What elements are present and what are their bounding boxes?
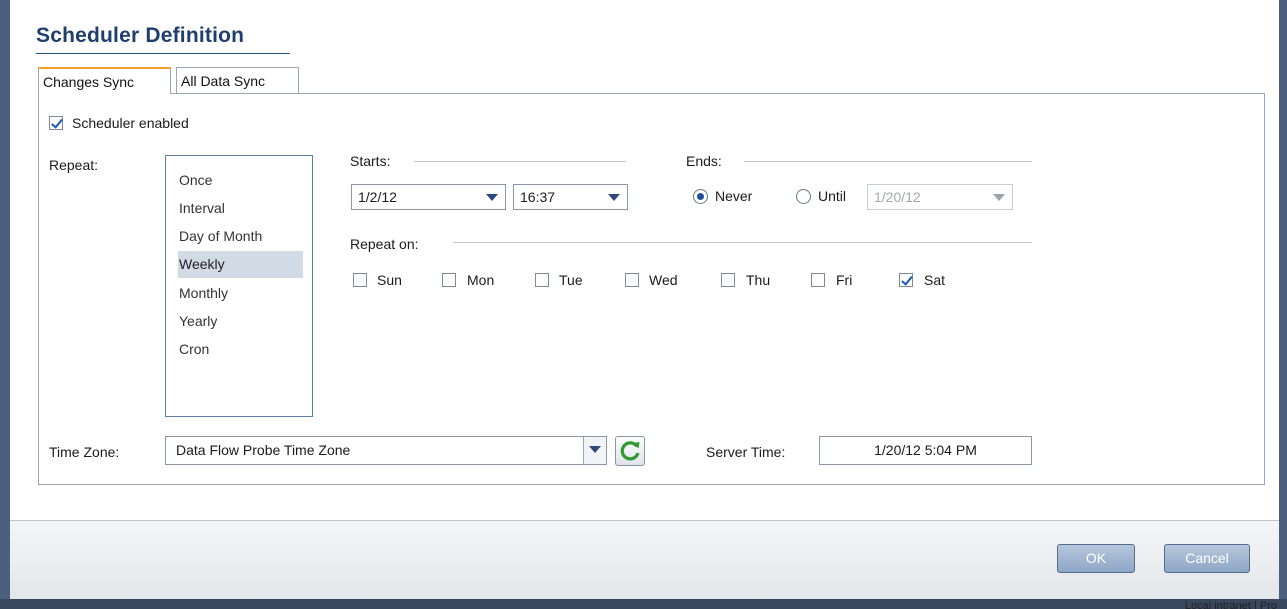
time-zone-value: Data Flow Probe Time Zone xyxy=(176,442,351,458)
taskbar-status-text: Local intranet | Pro xyxy=(1184,600,1277,609)
day-fri-label: Fri xyxy=(836,272,853,288)
repeat-option-day-of-month[interactable]: Day of Month xyxy=(178,223,303,250)
scheduler-enabled-checkbox[interactable] xyxy=(49,116,63,130)
refresh-icon xyxy=(620,441,640,461)
chevron-down-icon[interactable] xyxy=(986,185,1012,209)
day-thu-label: Thu xyxy=(746,272,771,288)
ends-never-label: Never xyxy=(715,188,753,204)
until-date-value: 1/20/12 xyxy=(874,189,921,205)
chevron-down-icon[interactable] xyxy=(583,437,606,464)
repeat-on-label: Repeat on: xyxy=(350,236,419,252)
time-zone-label: Time Zone: xyxy=(49,444,120,460)
repeat-listbox[interactable]: Once Interval Day of Month Weekly Monthl… xyxy=(165,155,313,417)
window-frame-right xyxy=(1279,0,1287,609)
ends-until-radio[interactable] xyxy=(796,189,811,204)
repeat-option-yearly[interactable]: Yearly xyxy=(178,308,303,335)
server-time-field: 1/20/12 5:04 PM xyxy=(819,436,1032,465)
window-frame-bottom xyxy=(0,599,1287,609)
day-wed-checkbox[interactable] xyxy=(625,273,639,287)
tab-changes-sync[interactable]: Changes Sync xyxy=(38,67,171,94)
ends-never-radio[interactable] xyxy=(693,189,708,204)
repeat-option-interval[interactable]: Interval xyxy=(178,195,303,222)
chevron-down-icon[interactable] xyxy=(601,185,627,209)
repeat-option-cron[interactable]: Cron xyxy=(178,336,303,363)
repeat-on-divider xyxy=(453,242,1032,243)
repeat-option-once[interactable]: Once xyxy=(178,167,303,194)
ends-until-label: Until xyxy=(818,188,847,204)
ends-label: Ends: xyxy=(686,153,722,169)
scheduler-dialog: Scheduler Definition Changes Sync All Da… xyxy=(10,0,1279,599)
repeat-label: Repeat: xyxy=(49,157,99,173)
day-thu-checkbox[interactable] xyxy=(721,273,735,287)
ends-until-date-combo[interactable]: 1/20/12 xyxy=(867,184,1013,210)
start-date-combo[interactable]: 1/2/12 xyxy=(351,184,506,210)
starts-label: Starts: xyxy=(350,153,391,169)
day-mon-label: Mon xyxy=(467,272,495,288)
server-time-label: Server Time: xyxy=(706,444,786,460)
day-sun-checkbox[interactable] xyxy=(353,273,367,287)
scheduler-enabled-label: Scheduler enabled xyxy=(72,115,189,131)
chevron-down-icon[interactable] xyxy=(479,185,505,209)
ok-button[interactable]: OK xyxy=(1057,544,1135,573)
day-sun-label: Sun xyxy=(377,272,402,288)
start-date-value: 1/2/12 xyxy=(358,189,397,205)
start-time-value: 16:37 xyxy=(520,189,556,205)
day-sat-checkbox[interactable] xyxy=(899,273,913,287)
ends-divider xyxy=(744,161,1032,162)
time-zone-combo[interactable]: Data Flow Probe Time Zone xyxy=(165,436,607,465)
dialog-title: Scheduler Definition xyxy=(36,24,245,47)
window-frame-left xyxy=(0,0,10,609)
starts-divider xyxy=(414,161,626,162)
repeat-option-monthly[interactable]: Monthly xyxy=(178,280,303,307)
cancel-button[interactable]: Cancel xyxy=(1164,544,1250,573)
refresh-button[interactable] xyxy=(615,436,645,466)
tab-all-data-sync[interactable]: All Data Sync xyxy=(176,67,299,93)
day-tue-label: Tue xyxy=(559,272,583,288)
day-fri-checkbox[interactable] xyxy=(811,273,825,287)
day-wed-label: Wed xyxy=(649,272,678,288)
start-time-combo[interactable]: 16:37 xyxy=(513,184,628,210)
day-sat-label: Sat xyxy=(924,272,946,288)
repeat-option-weekly[interactable]: Weekly xyxy=(178,251,303,278)
title-underline xyxy=(36,53,290,54)
day-mon-checkbox[interactable] xyxy=(442,273,456,287)
day-tue-checkbox[interactable] xyxy=(535,273,549,287)
